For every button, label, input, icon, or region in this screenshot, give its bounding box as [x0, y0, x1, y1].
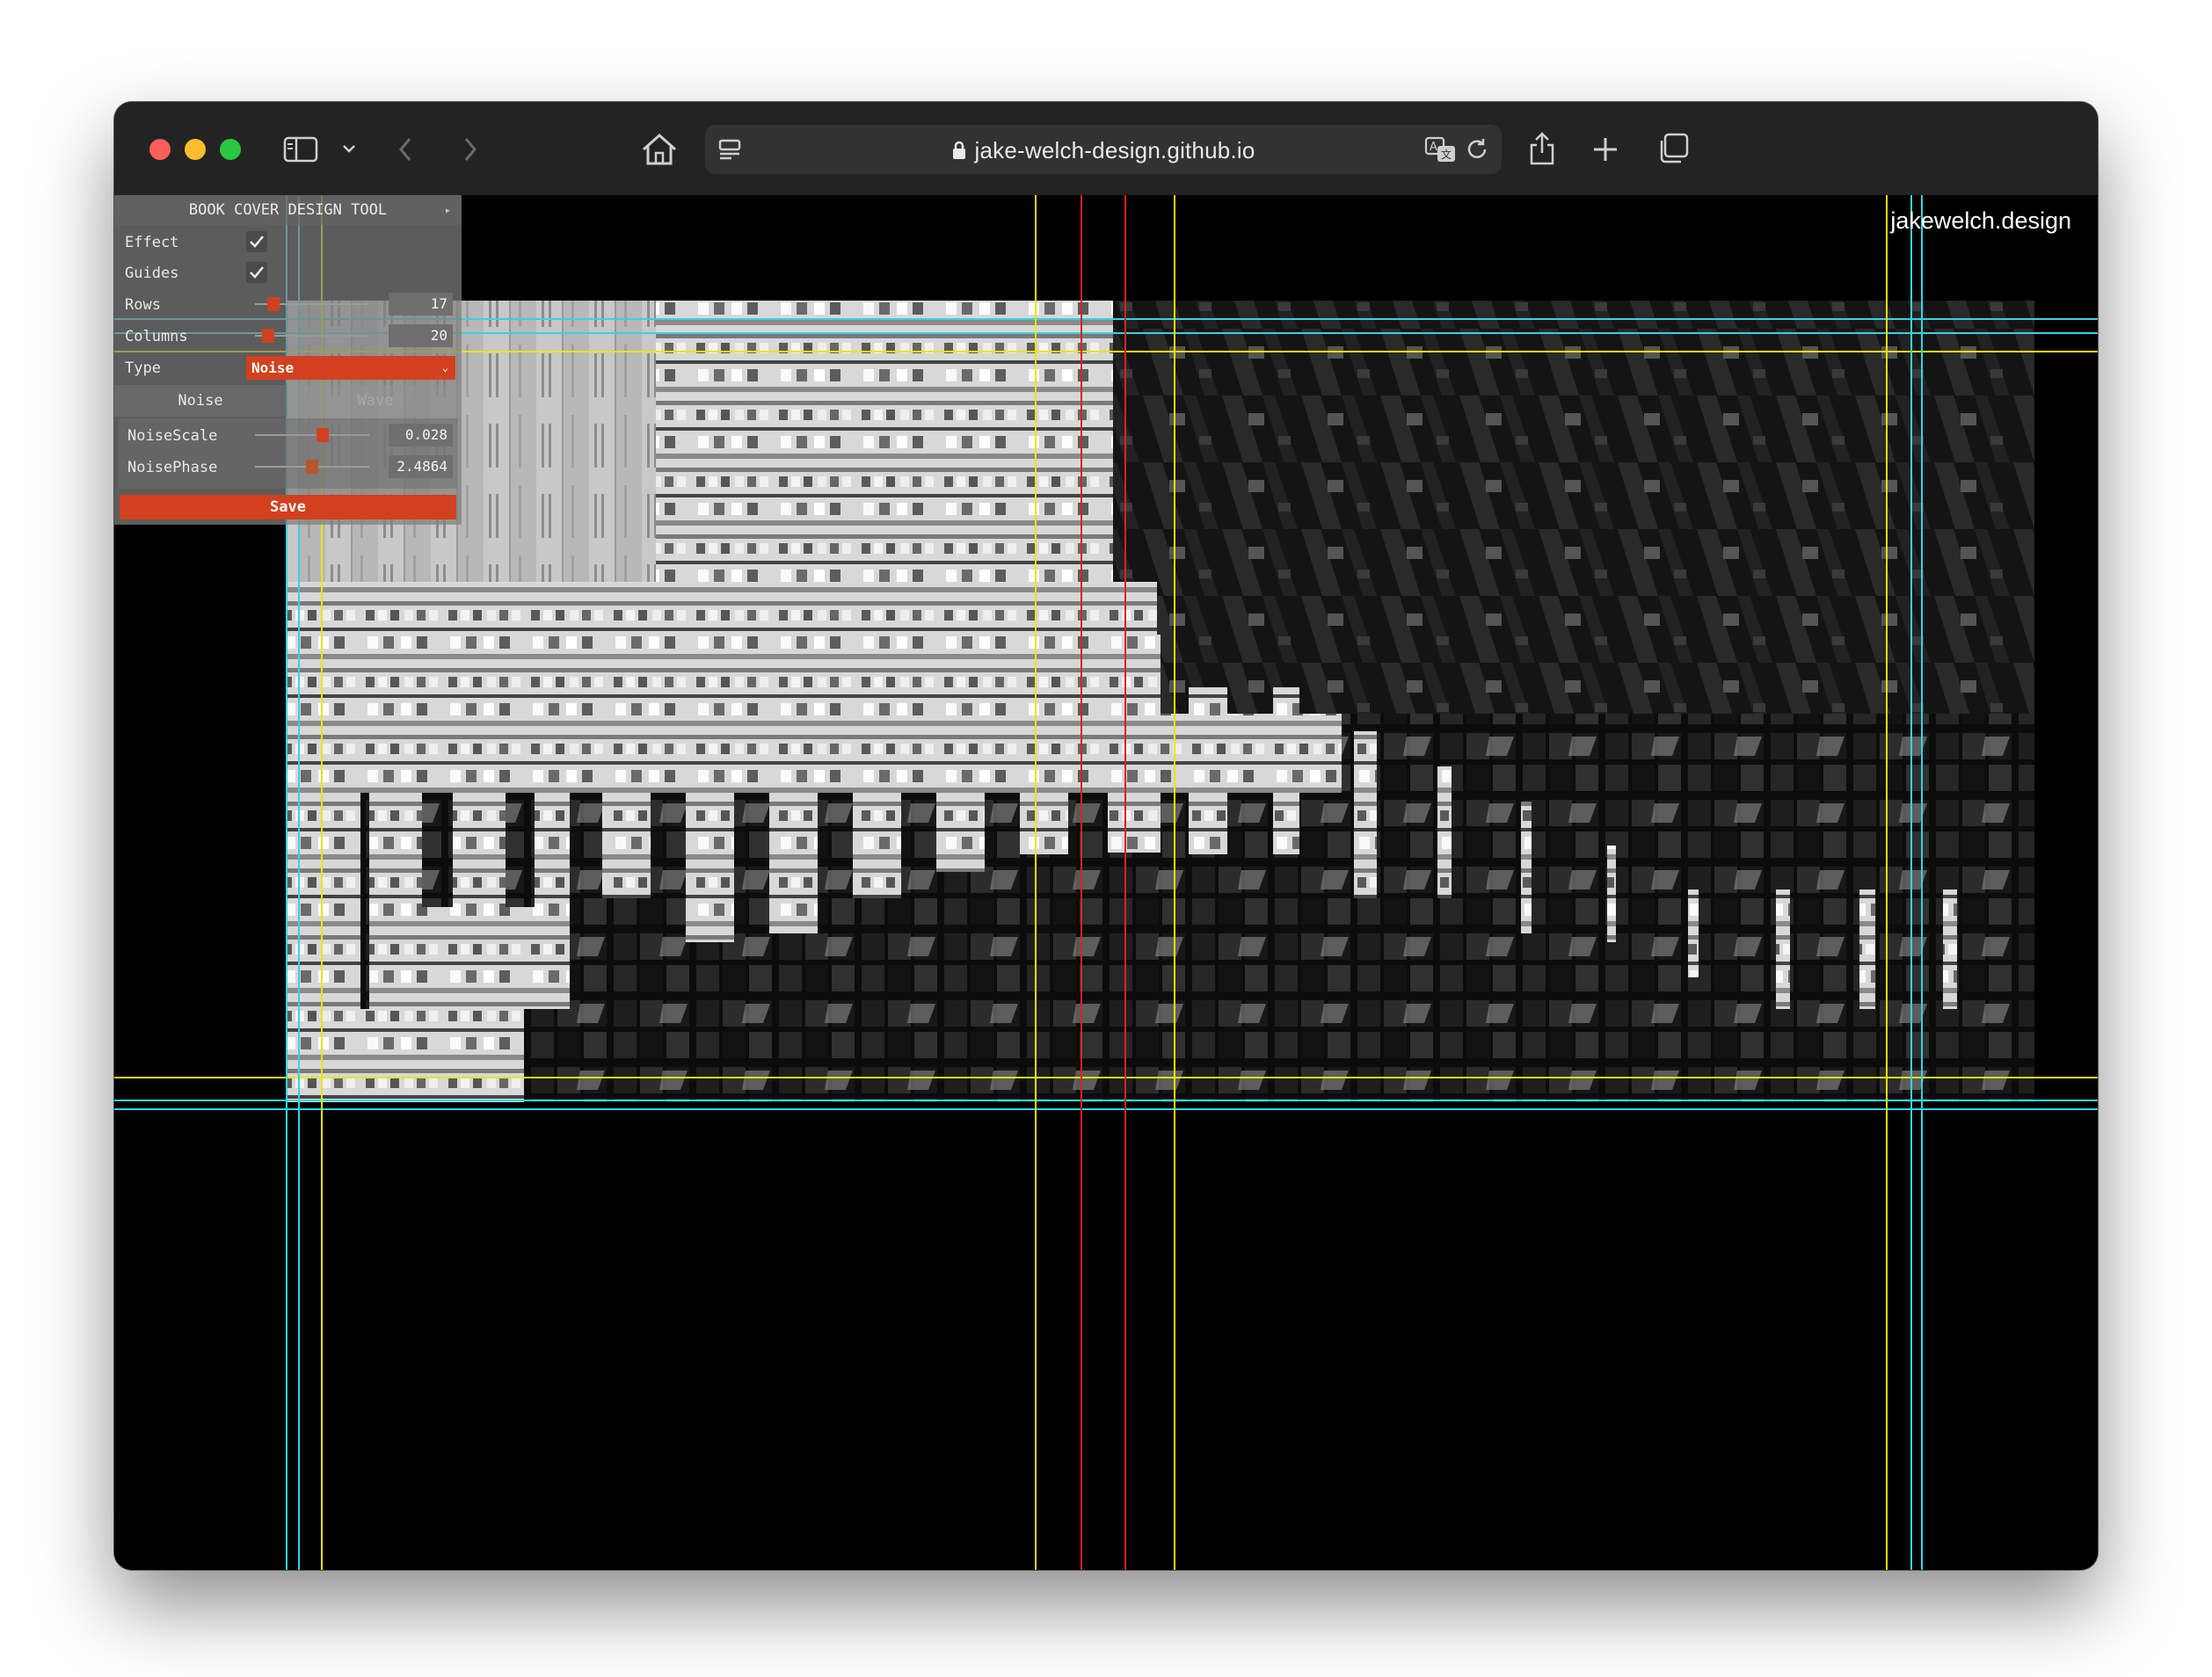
check-icon	[250, 236, 264, 248]
translate-icon[interactable]: A文	[1424, 135, 1458, 163]
effect-label: Effect	[125, 234, 179, 251]
minimize-window-button[interactable]	[185, 139, 206, 160]
tab-noise[interactable]: Noise	[114, 385, 287, 417]
dropdown-caret-icon: ⌄	[441, 361, 448, 374]
chevron-down-icon[interactable]	[341, 142, 357, 155]
site-brand[interactable]: jakewelch.design	[1890, 207, 2071, 235]
address-bar[interactable]: jake-welch-design.github.io A文	[705, 125, 1502, 174]
lock-icon	[951, 140, 967, 167]
noise-phase-slider[interactable]	[255, 460, 369, 474]
noise-scale-value[interactable]: 0.028	[389, 424, 453, 446]
plus-icon[interactable]	[1591, 135, 1619, 163]
collapse-handle-icon[interactable]: ▸	[445, 195, 451, 225]
url-text: jake-welch-design.github.io	[974, 137, 1255, 163]
columns-slider-handle[interactable]	[262, 329, 274, 343]
close-window-button[interactable]	[149, 139, 171, 160]
cover-artwork	[287, 301, 2034, 1102]
browser-toolbar: jake-welch-design.github.io A文	[114, 102, 2098, 196]
type-label: Type	[125, 359, 161, 377]
forward-icon[interactable]	[461, 135, 478, 163]
design-tool-panel: BOOK COVER DESIGN TOOL ▸ Effect Guides R…	[114, 195, 462, 525]
columns-label: Columns	[125, 328, 188, 345]
noise-phase-slider-handle[interactable]	[306, 460, 318, 474]
type-select-value: Noise	[251, 359, 295, 376]
noise-phase-value[interactable]: 2.4864	[389, 455, 453, 478]
browser-window: jake-welch-design.github.io A文 jakewelch…	[114, 102, 2098, 1570]
effect-row: Effect	[114, 227, 462, 257]
noise-scale-label: NoiseScale	[127, 427, 218, 445]
reload-icon[interactable]	[1465, 137, 1489, 162]
columns-row: Columns 20	[114, 321, 462, 351]
type-row: Type Noise ⌄	[114, 352, 462, 382]
rows-label: Rows	[125, 296, 161, 314]
noise-scale-slider-handle[interactable]	[317, 428, 329, 442]
tab-wave[interactable]: Wave	[289, 385, 462, 417]
noise-settings: NoiseScale 0.028 NoisePhase 2.4864	[119, 418, 457, 489]
guides-label: Guides	[125, 265, 179, 282]
noise-scale-row: NoiseScale 0.028	[119, 420, 457, 450]
address-text: jake-welch-design.github.io	[705, 137, 1502, 167]
columns-slider[interactable]	[255, 329, 369, 343]
columns-value[interactable]: 20	[389, 324, 453, 347]
check-icon	[250, 266, 264, 279]
noise-scale-slider[interactable]	[255, 428, 369, 442]
mode-tabs: Noise Wave	[114, 385, 462, 417]
tabs-icon[interactable]	[1656, 132, 1690, 165]
effect-checkbox[interactable]	[246, 231, 267, 252]
svg-text:文: 文	[1441, 148, 1452, 161]
share-icon[interactable]	[1528, 130, 1556, 167]
sidebar-icon[interactable]	[283, 135, 318, 163]
type-select[interactable]: Noise ⌄	[246, 356, 455, 380]
rows-slider[interactable]	[255, 297, 369, 311]
panel-title-text: BOOK COVER DESIGN TOOL	[188, 201, 388, 219]
noise-phase-label: NoisePhase	[127, 459, 218, 476]
guides-checkbox[interactable]	[246, 262, 267, 283]
rows-value[interactable]: 17	[389, 293, 453, 316]
panel-title[interactable]: BOOK COVER DESIGN TOOL ▸	[114, 195, 462, 225]
svg-text:A: A	[1430, 141, 1437, 154]
save-button[interactable]: Save	[120, 495, 456, 519]
noise-phase-row: NoisePhase 2.4864	[119, 452, 457, 482]
rows-slider-handle[interactable]	[267, 297, 280, 311]
rows-row: Rows 17	[114, 289, 462, 319]
page-content: jakewelch.design BOOK COVER DESIGN TOOL …	[114, 195, 2098, 1570]
back-icon[interactable]	[397, 135, 415, 163]
guides-row: Guides	[114, 258, 462, 287]
home-icon[interactable]	[640, 132, 679, 167]
zoom-window-button[interactable]	[220, 139, 241, 160]
